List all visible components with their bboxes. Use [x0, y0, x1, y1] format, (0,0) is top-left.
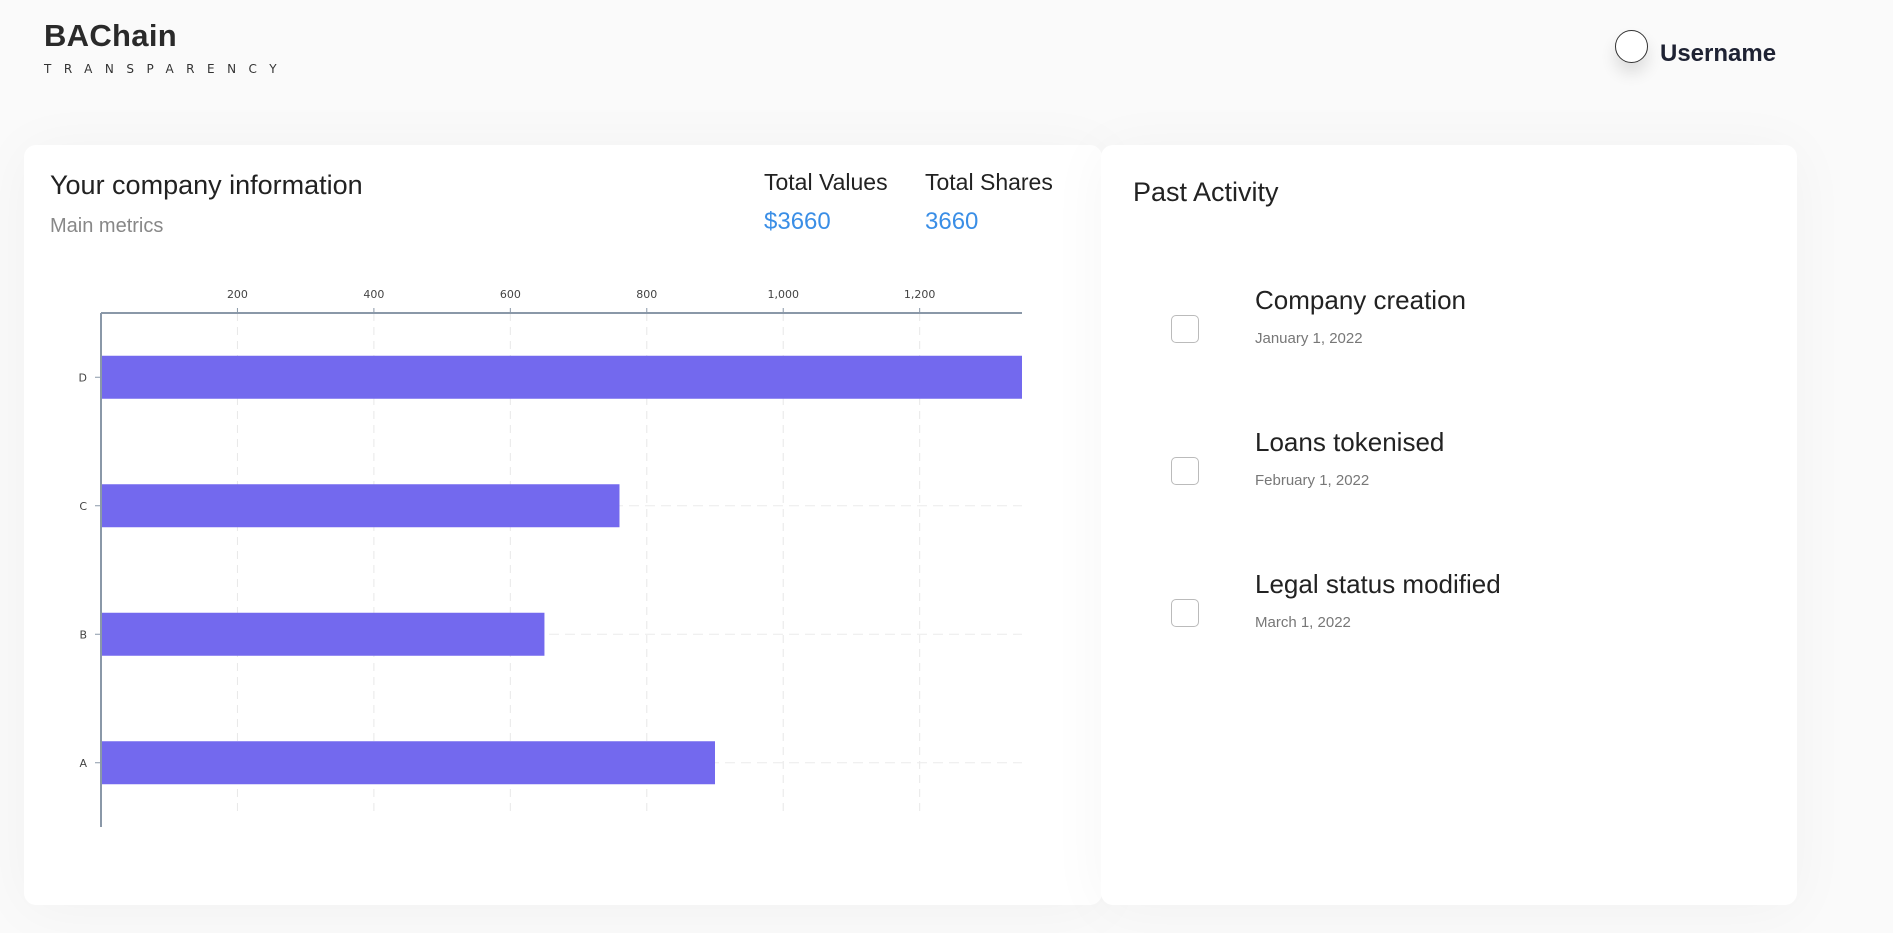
activity-item: Legal status modified March 1, 2022 [1101, 569, 1797, 711]
activity-name: Legal status modified [1255, 569, 1501, 599]
activity-checkbox[interactable] [1171, 457, 1199, 485]
bar-D [101, 355, 1022, 399]
company-info-card: Your company information Main metrics To… [24, 145, 1102, 905]
activity-item: Company creation January 1, 2022 [1101, 285, 1797, 427]
bar-chart: 200 400 600 800 1,000 1,200 D C B A [79, 288, 1022, 827]
x-tick-label: 200 [227, 288, 248, 301]
bar-A [101, 741, 715, 785]
user-menu[interactable]: Username [1615, 24, 1776, 68]
y-tick-label: B [79, 628, 87, 641]
activity-date: January 1, 2022 [1255, 330, 1363, 347]
avatar[interactable] [1615, 29, 1648, 63]
brand-name: BAChain [44, 18, 177, 53]
y-tick-label: C [79, 500, 87, 513]
activity-name: Company creation [1255, 285, 1466, 315]
y-tick-label: A [79, 757, 87, 770]
x-tick-label: 800 [636, 288, 657, 301]
bar-C [101, 484, 620, 528]
bar-B [101, 612, 545, 656]
x-tick-label: 600 [500, 288, 521, 301]
activity-date: March 1, 2022 [1255, 614, 1351, 631]
past-activity-card: Past Activity Company creation January 1… [1101, 145, 1797, 905]
activity-list: Company creation January 1, 2022 Loans t… [1101, 285, 1797, 711]
brand-tagline: TRANSPARENCY [44, 62, 290, 76]
activity-date: February 1, 2022 [1255, 472, 1370, 489]
x-tick-label: 1,200 [904, 288, 936, 301]
logo[interactable]: BAChain TRANSPARENCY [44, 18, 289, 76]
y-tick-label: D [79, 371, 87, 384]
activity-checkbox[interactable] [1171, 315, 1199, 343]
activity-name: Loans tokenised [1255, 427, 1445, 457]
x-tick-label: 1,000 [767, 288, 799, 301]
activity-checkbox[interactable] [1171, 599, 1199, 627]
app-root: BAChain TRANSPARENCY Username Your compa… [0, 0, 1893, 933]
activity-item: Loans tokenised February 1, 2022 [1101, 427, 1797, 569]
username-label[interactable]: Username [1660, 40, 1776, 68]
x-tick-label: 400 [363, 288, 384, 301]
activity-title: Past Activity [1133, 177, 1279, 207]
